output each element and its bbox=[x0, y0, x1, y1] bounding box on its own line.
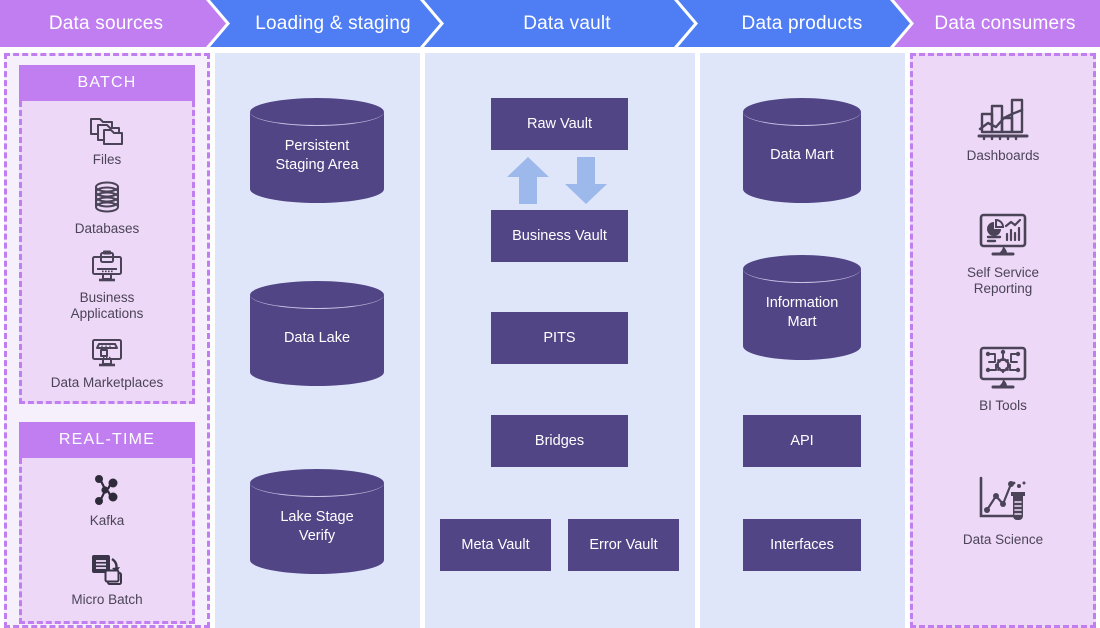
stage-label: Data vault bbox=[523, 12, 611, 34]
batch-title: BATCH bbox=[77, 74, 137, 91]
node-pits[interactable]: PITS bbox=[491, 312, 628, 364]
micro-batch-icon bbox=[88, 551, 126, 587]
stage-label: Data sources bbox=[48, 12, 164, 34]
stage-header-loading-staging[interactable]: Loading & staging bbox=[210, 0, 440, 47]
consumer-item-self-service-reporting[interactable]: Self Service Reporting bbox=[913, 211, 1093, 297]
stage-label: Loading & staging bbox=[255, 12, 411, 34]
business-applications-icon bbox=[87, 249, 127, 285]
realtime-panel-body: Kafka Micro Batch bbox=[19, 457, 195, 625]
stage-header-data-consumers[interactable]: Data consumers bbox=[894, 0, 1100, 47]
node-persistent-staging-area[interactable]: Persistent Staging Area bbox=[250, 98, 384, 203]
databases-icon bbox=[88, 180, 126, 216]
stage-header-data-vault[interactable]: Data vault bbox=[424, 0, 694, 47]
stage-label: Data products bbox=[741, 12, 863, 34]
batch-panel-body: Files Databases Business Applications Da… bbox=[19, 101, 195, 404]
source-label: Business Applications bbox=[70, 289, 144, 321]
node-data-lake[interactable]: Data Lake bbox=[250, 281, 384, 386]
batch-panel-header: BATCH bbox=[19, 65, 195, 101]
column-data-consumers: Dashboards Self Service Reporting BI Too… bbox=[910, 53, 1096, 628]
source-item-micro-batch[interactable]: Micro Batch bbox=[71, 551, 143, 608]
monitor-gear-icon bbox=[975, 344, 1031, 392]
source-label: Databases bbox=[74, 220, 140, 236]
consumer-label: BI Tools bbox=[979, 398, 1027, 413]
node-business-vault[interactable]: Business Vault bbox=[491, 210, 628, 262]
bar-chart-icon bbox=[976, 96, 1030, 142]
source-item-databases[interactable]: Databases bbox=[74, 180, 140, 237]
arrow-down-icon bbox=[565, 157, 607, 204]
node-label: Raw Vault bbox=[526, 115, 592, 132]
arrow-up-icon bbox=[507, 157, 549, 204]
node-data-mart[interactable]: Data Mart bbox=[743, 98, 861, 203]
consumer-label: Data Science bbox=[962, 532, 1044, 547]
data-marketplaces-icon bbox=[87, 334, 127, 370]
stage-header-data-products[interactable]: Data products bbox=[678, 0, 910, 47]
source-label: Data Marketplaces bbox=[50, 374, 164, 390]
stage-header-bar: Data sources Loading & staging Data vaul… bbox=[0, 0, 1100, 47]
column-data-vault: Raw Vault Business Vault PITS Bridges Me… bbox=[425, 53, 695, 628]
node-lake-stage-verify[interactable]: Lake Stage Verify bbox=[250, 469, 384, 574]
consumer-item-bi-tools[interactable]: BI Tools bbox=[913, 344, 1093, 414]
node-meta-vault[interactable]: Meta Vault bbox=[440, 519, 551, 571]
column-loading-staging: Persistent Staging Area Data Lake Lake St… bbox=[215, 53, 420, 628]
source-item-files[interactable]: Files bbox=[88, 113, 126, 168]
node-label: API bbox=[790, 432, 814, 449]
node-information-mart[interactable]: Information Mart bbox=[743, 255, 861, 360]
node-label: Lake Stage Verify bbox=[280, 508, 354, 544]
node-label: Bridges bbox=[534, 432, 585, 449]
source-label: Micro Batch bbox=[71, 591, 143, 607]
node-label: Business Vault bbox=[512, 227, 607, 244]
stage-label: Data consumers bbox=[934, 12, 1076, 34]
realtime-title: REAL-TIME bbox=[58, 430, 156, 448]
node-label: Meta Vault bbox=[461, 536, 530, 553]
node-label: Interfaces bbox=[770, 536, 834, 553]
node-raw-vault[interactable]: Raw Vault bbox=[491, 98, 628, 150]
node-label: Error Vault bbox=[589, 536, 658, 553]
architecture-diagram: Data sources Loading & staging Data vaul… bbox=[0, 0, 1100, 628]
column-data-sources: BATCH Files Databases Business Applicati… bbox=[4, 53, 210, 628]
source-item-business-applications[interactable]: Business Applications bbox=[70, 249, 144, 322]
files-icon bbox=[88, 113, 126, 147]
source-label: Kafka bbox=[89, 512, 125, 528]
node-api[interactable]: API bbox=[743, 415, 861, 467]
node-label: Data Lake bbox=[283, 330, 351, 347]
monitor-report-icon bbox=[975, 211, 1031, 259]
node-interfaces[interactable]: Interfaces bbox=[743, 519, 861, 571]
consumer-label: Self Service Reporting bbox=[966, 265, 1040, 297]
kafka-icon bbox=[90, 472, 124, 508]
node-label: Information Mart bbox=[765, 294, 839, 330]
realtime-panel-header: REAL-TIME bbox=[19, 421, 195, 458]
source-item-data-marketplaces[interactable]: Data Marketplaces bbox=[50, 334, 164, 391]
column-data-products: Data Mart Information Mart API Interfaces bbox=[700, 53, 905, 628]
source-label: Files bbox=[92, 152, 122, 167]
stage-header-data-sources[interactable]: Data sources bbox=[0, 0, 226, 47]
consumer-item-data-science[interactable]: Data Science bbox=[913, 474, 1093, 548]
consumer-label: Dashboards bbox=[966, 148, 1040, 163]
science-chart-icon bbox=[973, 474, 1033, 526]
source-item-kafka[interactable]: Kafka bbox=[89, 472, 125, 529]
node-label: Persistent Staging Area bbox=[275, 137, 359, 173]
consumer-item-dashboards[interactable]: Dashboards bbox=[913, 96, 1093, 164]
node-error-vault[interactable]: Error Vault bbox=[568, 519, 679, 571]
node-bridges[interactable]: Bridges bbox=[491, 415, 628, 467]
node-label: Data Mart bbox=[770, 147, 834, 164]
node-label: PITS bbox=[543, 329, 576, 346]
